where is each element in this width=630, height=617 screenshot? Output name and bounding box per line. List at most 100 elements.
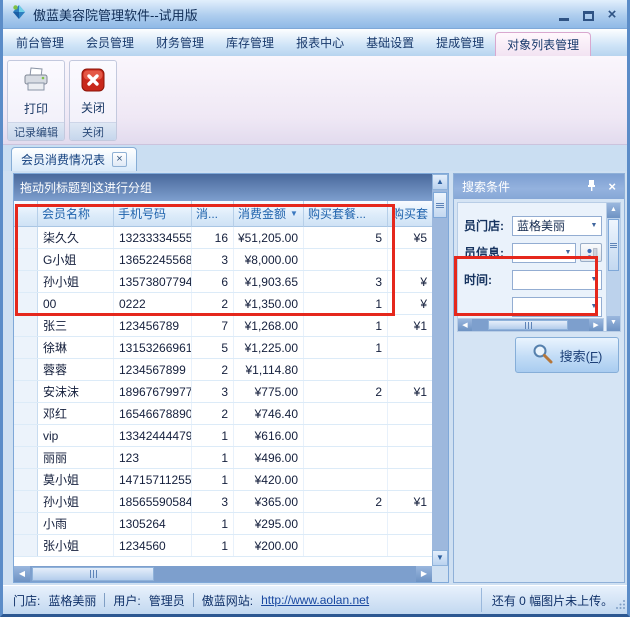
tab-member-consumption[interactable]: 会员消费情况表 × — [11, 147, 137, 171]
table-cell: 1 — [304, 315, 388, 336]
chevron-down-icon[interactable]: ▼ — [587, 222, 601, 229]
menu-item-6[interactable]: 基础设置 — [355, 29, 425, 56]
table-cell: 1 — [192, 535, 234, 556]
row-indicator — [14, 337, 38, 358]
scrollbar-thumb[interactable] — [433, 192, 447, 218]
app-logo-icon — [11, 4, 27, 25]
table-cell: 1234567899 — [114, 359, 192, 380]
ribbon-group-label: 关闭 — [70, 122, 116, 140]
scrollbar-thumb[interactable] — [32, 567, 154, 581]
table-cell: 1 — [192, 469, 234, 490]
row-indicator — [14, 359, 38, 380]
scroll-left-icon[interactable]: ◀ — [458, 319, 472, 331]
tab-label: 会员消费情况表 — [21, 151, 105, 168]
menu-item-8[interactable]: 对象列表管理 — [495, 32, 591, 56]
table-cell: 丽丽 — [38, 447, 114, 468]
table-cell: 13153266961 — [114, 337, 192, 358]
table-row[interactable]: 丽丽1231¥496.00 — [14, 447, 432, 469]
menu-item-7[interactable]: 提成管理 — [425, 29, 495, 56]
pin-icon[interactable] — [587, 179, 596, 195]
table-cell — [388, 359, 432, 380]
print-button[interactable]: 打印 — [8, 61, 64, 122]
table-cell: 2 — [192, 359, 234, 380]
site-label: 傲蓝网站: — [202, 592, 253, 609]
scrollbar-thumb[interactable] — [608, 219, 619, 271]
scroll-down-icon[interactable]: ▼ — [432, 550, 448, 566]
document-tab-bar: 会员消费情况表 × — [3, 145, 627, 171]
grid-horizontal-scrollbar[interactable]: ◀ ▶ — [14, 566, 432, 582]
table-row[interactable]: 孙小姐185655905843¥365.002¥1 — [14, 491, 432, 513]
table-cell: ¥420.00 — [234, 469, 304, 490]
close-button[interactable]: × — [605, 8, 619, 21]
table-cell: ¥1,225.00 — [234, 337, 304, 358]
grid-vertical-scrollbar[interactable]: ▲ ▼ — [432, 174, 448, 566]
menu-item-2[interactable]: 会员管理 — [75, 29, 145, 56]
table-cell: ¥746.40 — [234, 403, 304, 424]
scrollbar-corner — [432, 566, 448, 582]
table-row[interactable]: 小雨13052641¥295.00 — [14, 513, 432, 535]
panel-vertical-scrollbar[interactable]: ▲ ▼ — [606, 202, 621, 332]
panel-horizontal-scrollbar[interactable]: ◀ ▶ — [457, 318, 604, 332]
row-indicator — [14, 381, 38, 402]
search-panel-header: 搜索条件 × — [454, 174, 624, 199]
minimize-button[interactable] — [557, 8, 571, 21]
dropdown-1[interactable]: 蓝格美丽▼ — [512, 216, 602, 236]
resize-grip[interactable] — [615, 599, 626, 613]
menu-item-5[interactable]: 报表中心 — [285, 29, 355, 56]
table-cell: 13342444479 — [114, 425, 192, 446]
table-cell: 莫小姐 — [38, 469, 114, 490]
row-indicator — [14, 403, 38, 424]
scrollbar-thumb[interactable] — [488, 320, 568, 330]
table-row[interactable]: 张三1234567897¥1,268.001¥1 — [14, 315, 432, 337]
group-by-bar[interactable]: 拖动列标题到这进行分组 — [14, 174, 432, 201]
user-value: 管理员 — [149, 592, 185, 609]
table-cell: 1305264 — [114, 513, 192, 534]
user-label: 用户: — [113, 592, 140, 609]
menu-item-1[interactable]: 前台管理 — [5, 29, 75, 56]
scroll-up-icon[interactable]: ▲ — [432, 174, 448, 190]
table-cell: 16546678890 — [114, 403, 192, 424]
table-cell: 孙小姐 — [38, 491, 114, 512]
table-cell: 1 — [304, 337, 388, 358]
search-button[interactable]: 搜索(F) — [515, 337, 619, 373]
table-cell — [304, 513, 388, 534]
row-indicator — [14, 315, 38, 336]
table-row[interactable]: 莫小姐147157112551¥420.00 — [14, 469, 432, 491]
window-title: 傲蓝美容院管理软件--试用版 — [33, 5, 198, 24]
table-cell — [304, 359, 388, 380]
table-cell — [304, 447, 388, 468]
scroll-down-icon[interactable]: ▼ — [607, 316, 620, 331]
table-cell: ¥295.00 — [234, 513, 304, 534]
tab-close-icon[interactable]: × — [112, 152, 127, 167]
table-cell: 2 — [304, 491, 388, 512]
table-cell: ¥1 — [388, 315, 432, 336]
table-cell — [388, 425, 432, 446]
table-row[interactable]: 张小姐12345601¥200.00 — [14, 535, 432, 557]
table-row[interactable]: 蓉蓉12345678992¥1,114.80 — [14, 359, 432, 381]
table-row[interactable]: 邓红165466788902¥746.40 — [14, 403, 432, 425]
menu-item-3[interactable]: 财务管理 — [145, 29, 215, 56]
magnifier-icon — [532, 343, 553, 367]
scroll-right-icon[interactable]: ▶ — [416, 566, 432, 582]
search-panel-title: 搜索条件 — [462, 178, 510, 195]
menu-item-4[interactable]: 库存管理 — [215, 29, 285, 56]
table-cell — [388, 469, 432, 490]
scroll-up-icon[interactable]: ▲ — [607, 203, 620, 218]
table-cell: ¥1,114.80 — [234, 359, 304, 380]
table-cell — [304, 535, 388, 556]
table-cell: 徐琳 — [38, 337, 114, 358]
panel-close-icon[interactable]: × — [608, 181, 616, 193]
table-row[interactable]: 徐琳131532669615¥1,225.001 — [14, 337, 432, 359]
chevron-down-icon[interactable]: ▼ — [561, 249, 575, 256]
scroll-right-icon[interactable]: ▶ — [589, 319, 603, 331]
table-cell — [388, 513, 432, 534]
website-link[interactable]: http://www.aolan.net — [261, 593, 369, 607]
table-cell: ¥496.00 — [234, 447, 304, 468]
table-cell: ¥1 — [388, 381, 432, 402]
scroll-left-icon[interactable]: ◀ — [14, 566, 30, 582]
table-row[interactable]: vip133424444791¥616.00 — [14, 425, 432, 447]
table-cell — [304, 425, 388, 446]
close-view-button[interactable]: 关闭 — [70, 61, 116, 122]
maximize-button[interactable] — [581, 8, 595, 21]
table-row[interactable]: 安沫沫189676799773¥775.002¥1 — [14, 381, 432, 403]
